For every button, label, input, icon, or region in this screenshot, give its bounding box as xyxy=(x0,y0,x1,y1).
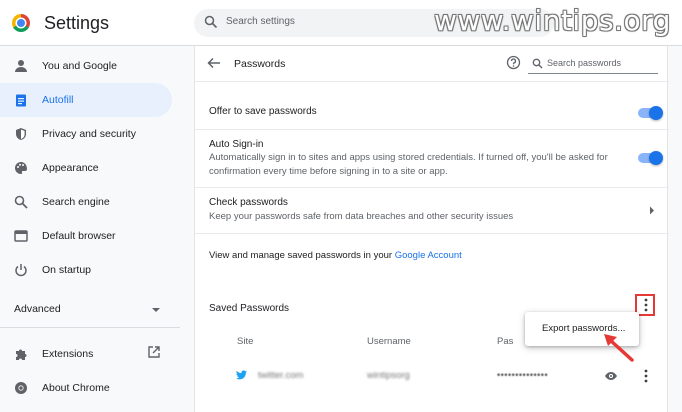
passwords-header: Passwords Search passwords xyxy=(195,46,669,82)
manage-passwords-text: View and manage saved passwords in your … xyxy=(209,250,462,261)
sidebar-item-privacy-and-security[interactable]: Privacy and security xyxy=(0,117,172,151)
saved-passwords-heading: Saved Passwords xyxy=(209,303,290,314)
search-icon xyxy=(204,15,218,29)
sidebar-item-autofill[interactable]: Autofill xyxy=(0,83,172,117)
chevron-right-icon[interactable] xyxy=(649,206,655,215)
open-in-new-icon[interactable] xyxy=(148,346,160,358)
more-vert-icon[interactable] xyxy=(644,298,648,312)
auto-signin-description-line1: Automatically sign in to sites and apps … xyxy=(209,152,608,163)
passwords-search-input[interactable]: Search passwords xyxy=(528,54,658,74)
more-vert-icon[interactable] xyxy=(644,369,648,383)
search-icon xyxy=(532,58,543,69)
sidebar-item-label: Autofill xyxy=(42,94,74,106)
entry-password: •••••••••••••• xyxy=(497,370,549,380)
auto-signin-label: Auto Sign-in xyxy=(209,139,264,150)
search-placeholder: Search settings xyxy=(226,16,295,27)
sidebar-item-on-startup[interactable]: On startup xyxy=(0,253,172,287)
sidebar-item-label: You and Google xyxy=(42,60,117,72)
check-passwords-row[interactable]: Check passwords Keep your passwords safe… xyxy=(195,188,669,234)
sidebar-item-label: Default browser xyxy=(42,230,116,242)
help-icon[interactable] xyxy=(506,55,521,70)
clipboard-icon xyxy=(16,94,26,107)
sidebar-item-search-engine[interactable]: Search engine xyxy=(0,185,172,219)
chrome-logo-icon xyxy=(12,14,30,32)
sidebar-item-label: Extensions xyxy=(42,348,94,360)
sidebar-item-label: Appearance xyxy=(42,162,99,174)
sidebar-item-label: Privacy and security xyxy=(42,128,136,140)
sidebar-item-appearance[interactable]: Appearance xyxy=(0,151,172,185)
sidebar-item-label: Search engine xyxy=(42,196,110,208)
sidebar: You and Google Autofill Privacy and secu… xyxy=(0,47,180,412)
sidebar-item-extensions[interactable]: Extensions xyxy=(0,337,172,371)
column-header-password: Pas xyxy=(497,336,514,347)
offer-to-save-toggle[interactable] xyxy=(638,106,663,120)
chrome-icon xyxy=(15,382,27,394)
app-title: Settings xyxy=(44,13,110,33)
page-title: Passwords xyxy=(234,58,286,70)
person-icon xyxy=(15,60,27,72)
search-icon xyxy=(14,195,28,209)
manage-passwords-row: View and manage saved passwords in your … xyxy=(195,234,669,280)
sidebar-divider xyxy=(0,327,180,328)
twitter-icon xyxy=(236,370,247,380)
back-arrow-icon[interactable] xyxy=(207,56,221,70)
red-pointer-arrow-icon xyxy=(604,334,634,362)
eye-icon[interactable] xyxy=(604,369,618,383)
offer-to-save-label: Offer to save passwords xyxy=(209,106,317,117)
puzzle-icon xyxy=(16,349,27,360)
entry-username: wintipsorg xyxy=(367,370,410,381)
manage-text: View and manage saved passwords in your xyxy=(209,250,395,261)
entry-site: twitter.com xyxy=(258,370,304,381)
passwords-card: Passwords Search passwords Offer to save… xyxy=(194,46,669,412)
google-account-link[interactable]: Google Account xyxy=(395,250,462,261)
column-header-username: Username xyxy=(367,336,411,347)
sidebar-item-default-browser[interactable]: Default browser xyxy=(0,219,172,253)
auto-signin-row: Auto Sign-in Automatically sign in to si… xyxy=(195,130,669,188)
sidebar-item-you-and-google[interactable]: You and Google xyxy=(0,49,172,83)
browser-icon xyxy=(14,230,28,242)
sidebar-item-label: About Chrome xyxy=(42,382,110,394)
chevron-down-icon[interactable] xyxy=(151,307,161,313)
check-passwords-description: Keep your passwords safe from data breac… xyxy=(209,211,514,222)
password-entry-row: twitter.com wintipsorg •••••••••••••• xyxy=(195,360,669,394)
passwords-search-placeholder: Search passwords xyxy=(547,58,622,68)
advanced-toggle[interactable]: Advanced xyxy=(14,303,61,315)
check-passwords-label: Check passwords xyxy=(209,197,288,208)
sidebar-item-label: On startup xyxy=(42,264,92,276)
palette-icon xyxy=(15,162,27,174)
column-header-site: Site xyxy=(237,336,254,347)
sidebar-item-about-chrome[interactable]: About Chrome xyxy=(0,371,172,405)
auto-signin-toggle[interactable] xyxy=(638,151,663,165)
watermark: www.wintips.org xyxy=(434,4,671,37)
auto-signin-description-line2: confirmation every time before signing i… xyxy=(209,166,448,177)
power-icon xyxy=(15,264,27,277)
top-bar: Settings Search settings www.wintips.org xyxy=(0,0,682,46)
shield-icon xyxy=(16,128,26,140)
offer-to-save-row: Offer to save passwords xyxy=(195,96,669,130)
